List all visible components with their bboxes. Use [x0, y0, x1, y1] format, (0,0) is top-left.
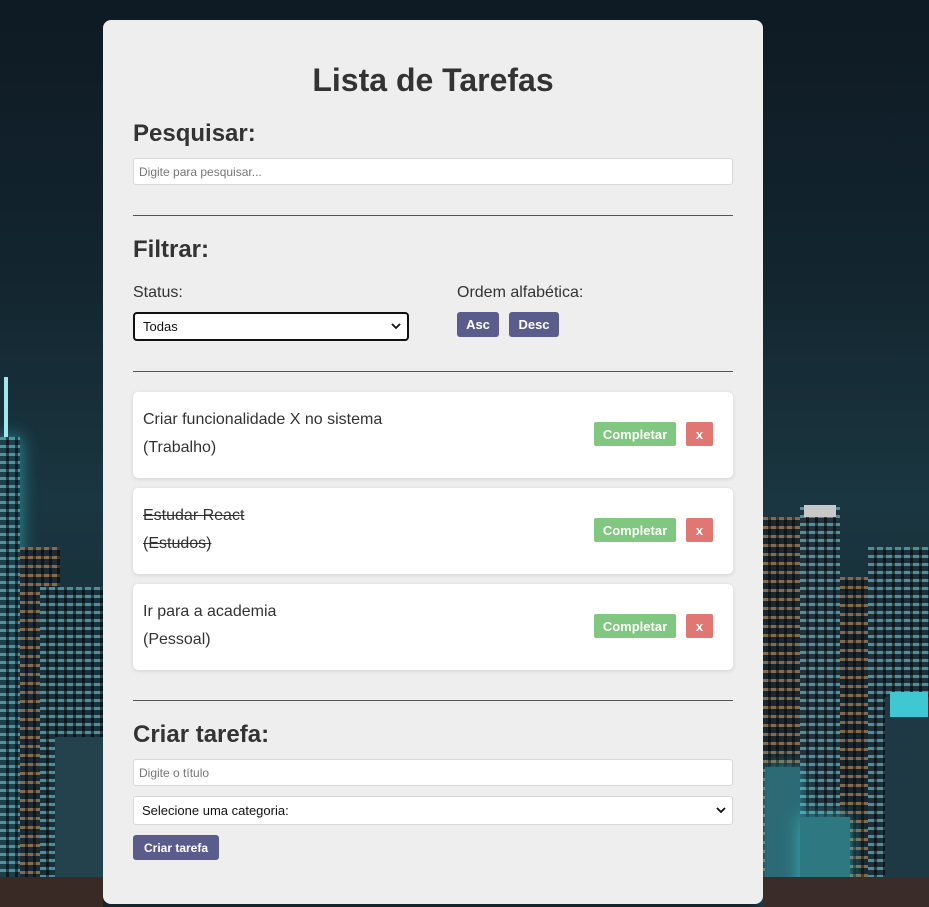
- sort-desc-button[interactable]: Desc: [509, 312, 559, 337]
- todo-card: Lista de Tarefas Pesquisar: Digite para …: [103, 20, 763, 904]
- page-title: Lista de Tarefas: [312, 62, 554, 98]
- search-input[interactable]: Digite para pesquisar...: [133, 158, 733, 185]
- category-selected-value: Selecione uma categoria:: [142, 803, 289, 818]
- complete-button[interactable]: Completar: [594, 518, 676, 542]
- title-input[interactable]: Digite o título: [133, 759, 733, 786]
- create-heading: Criar tarefa:: [133, 721, 270, 748]
- divider: [133, 700, 733, 701]
- title-placeholder: Digite o título: [139, 765, 210, 780]
- task-item: Criar funcionalidade X no sistema (Traba…: [133, 392, 733, 478]
- task-title: Criar funcionalidade X no sistema: [143, 411, 383, 428]
- task-category: (Trabalho): [143, 439, 217, 456]
- divider: [133, 215, 733, 216]
- task-item: Estudar React (Estudos) Completar x: [133, 488, 733, 574]
- search-heading: Pesquisar:: [133, 120, 256, 147]
- chevron-down-icon: [716, 807, 726, 814]
- status-select[interactable]: Todas: [133, 312, 409, 341]
- complete-button[interactable]: Completar: [594, 422, 676, 446]
- create-task-button[interactable]: Criar tarefa: [133, 835, 219, 860]
- search-placeholder: Digite para pesquisar...: [139, 164, 262, 179]
- filter-heading: Filtrar:: [133, 236, 210, 263]
- chevron-down-icon: [391, 323, 401, 330]
- task-title: Estudar React: [143, 507, 245, 524]
- remove-button[interactable]: x: [686, 614, 713, 638]
- status-selected-value: Todas: [143, 319, 178, 334]
- task-title: Ir para a academia: [143, 603, 277, 620]
- complete-button[interactable]: Completar: [594, 614, 676, 638]
- task-category: (Pessoal): [143, 631, 211, 648]
- sort-asc-button[interactable]: Asc: [457, 312, 499, 337]
- status-label: Status:: [133, 284, 183, 301]
- order-label: Ordem alfabética:: [457, 284, 584, 301]
- divider: [133, 371, 733, 372]
- task-category: (Estudos): [143, 535, 212, 552]
- remove-button[interactable]: x: [686, 518, 713, 542]
- remove-button[interactable]: x: [686, 422, 713, 446]
- category-select[interactable]: Selecione uma categoria:: [133, 796, 733, 825]
- task-item: Ir para a academia (Pessoal) Completar x: [133, 584, 733, 670]
